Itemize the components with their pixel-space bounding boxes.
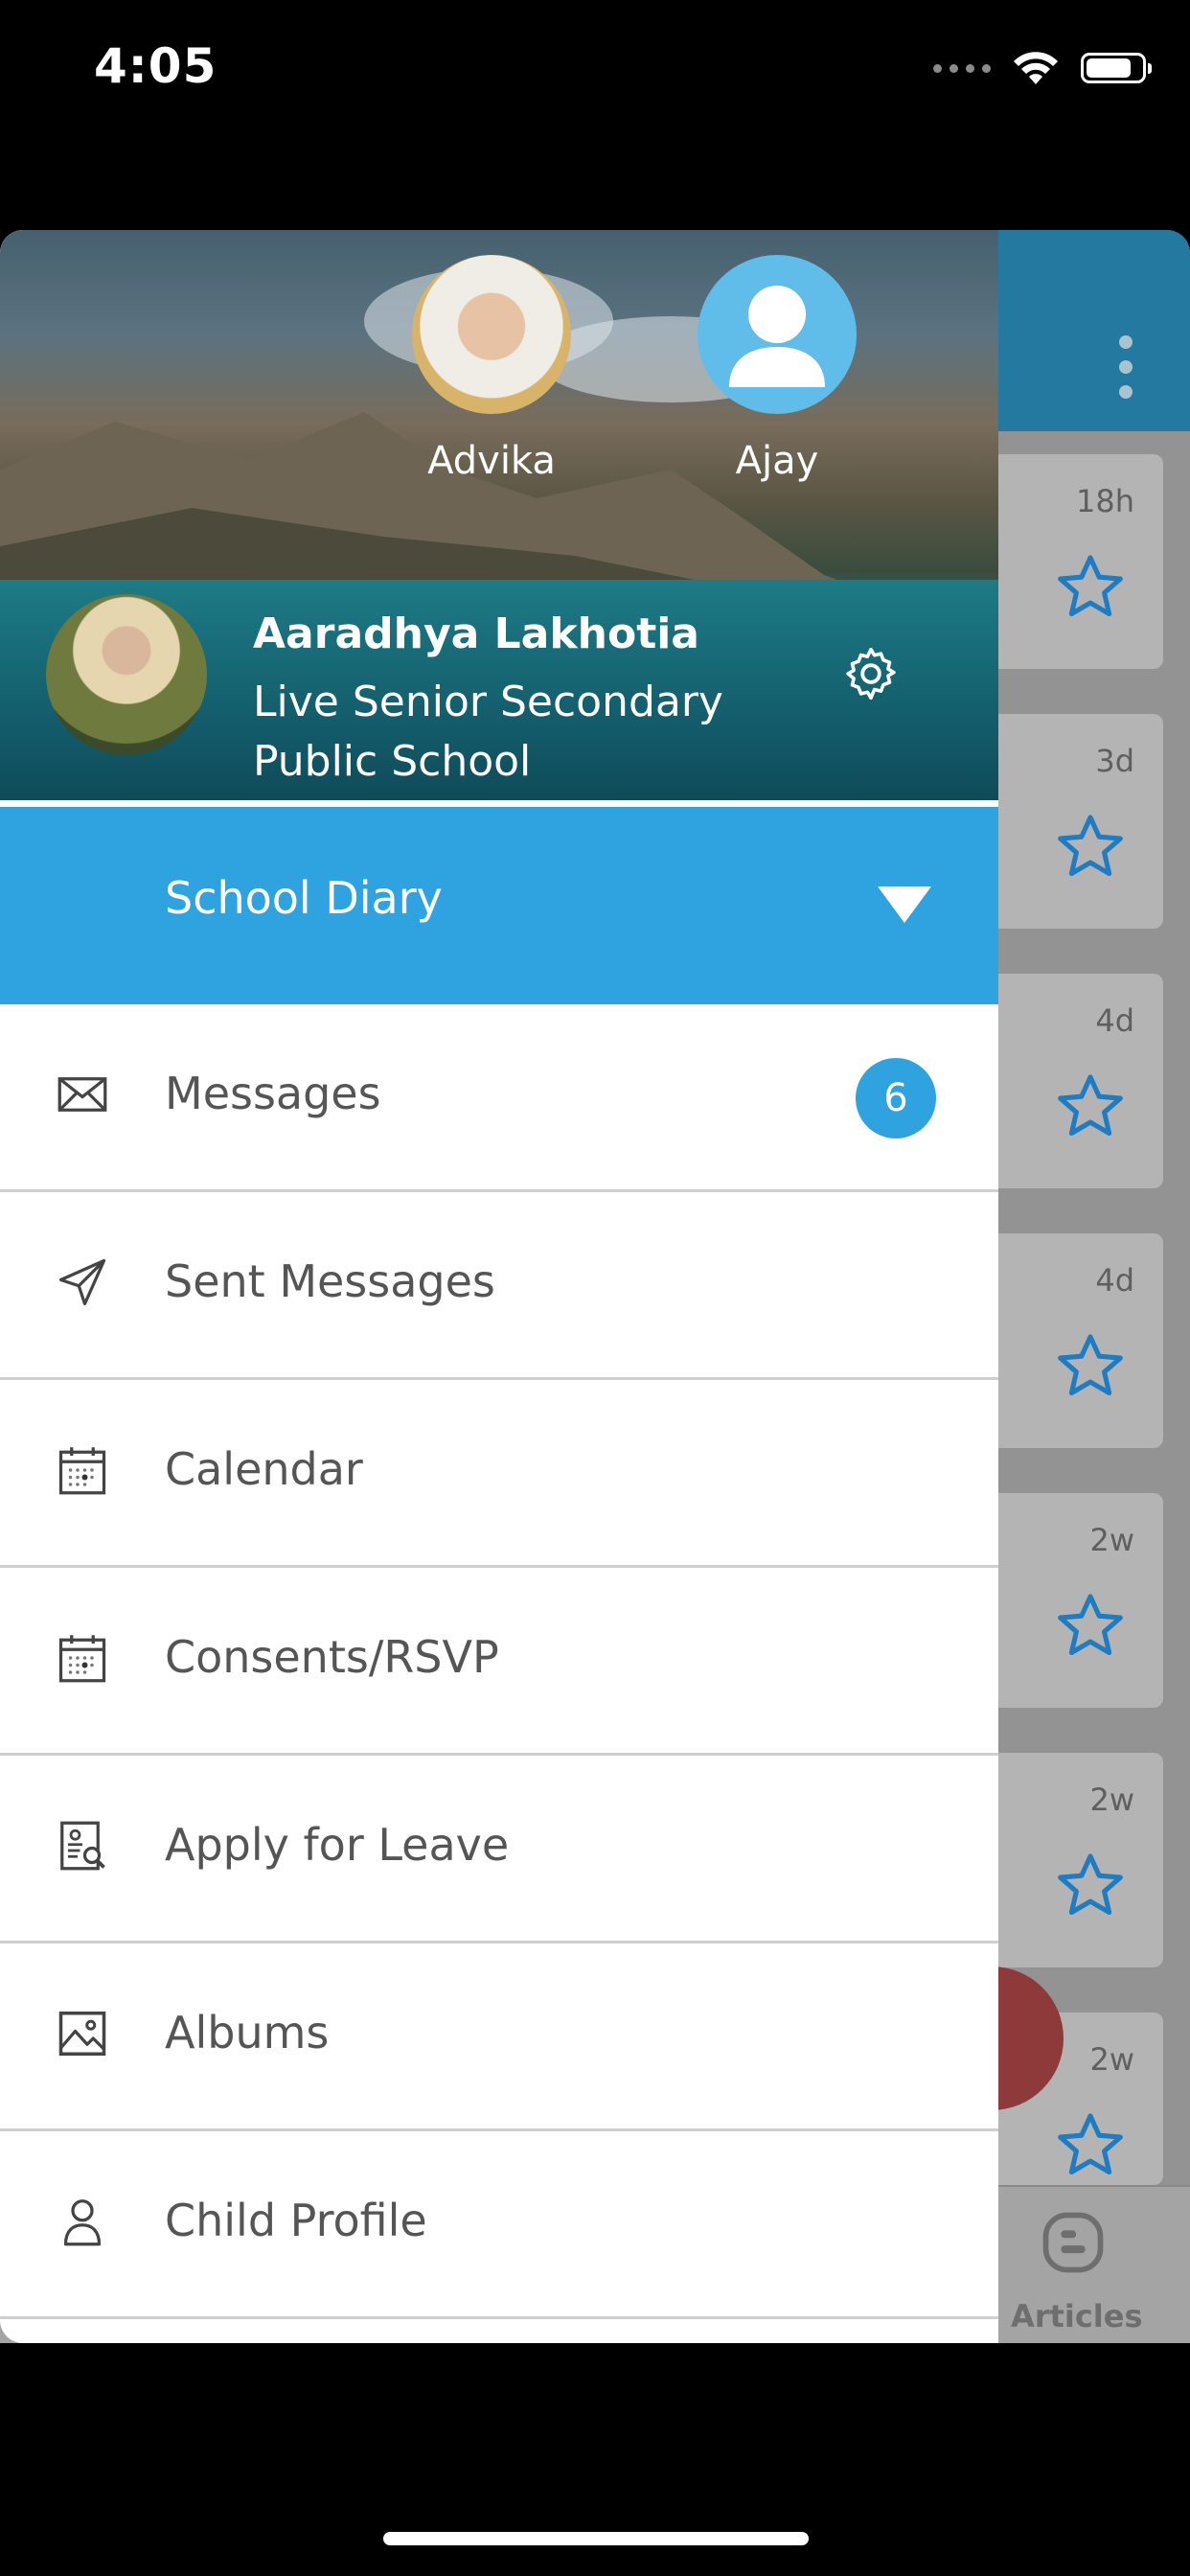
menu-item-messages[interactable]: Messages 6 xyxy=(0,1004,998,1192)
default-user-icon xyxy=(729,286,825,387)
status-time: 4:05 xyxy=(94,38,217,94)
card-timestamp: 4d xyxy=(1095,1262,1134,1299)
account-avatar-ajay[interactable] xyxy=(698,255,857,414)
star-icon[interactable] xyxy=(1054,550,1127,623)
menu-item-label: Messages xyxy=(165,1068,381,1119)
leave-document-icon xyxy=(60,1821,105,1871)
menu-item-label: Albums xyxy=(165,2007,330,2058)
tab-articles-label[interactable]: Articles xyxy=(1011,2298,1143,2334)
profile-avatar[interactable] xyxy=(46,594,207,755)
menu-item-sent-messages[interactable]: Sent Messages xyxy=(0,1192,998,1380)
menu-item-label: Calendar xyxy=(165,1443,363,1495)
star-icon[interactable] xyxy=(1054,1589,1127,1662)
menu-item-label: Child Profile xyxy=(165,2195,427,2246)
calendar-icon xyxy=(58,1447,106,1495)
envelope-icon xyxy=(57,1077,107,1112)
navigation-drawer: Advika Ajay Aaradhya Lakhotia Live Senio… xyxy=(0,230,998,2343)
card-timestamp: 3d xyxy=(1095,743,1134,779)
person-icon xyxy=(63,2199,102,2246)
menu-item-label: Apply for Leave xyxy=(165,1819,510,1871)
section-school-diary[interactable] xyxy=(0,807,998,1004)
card-timestamp: 2w xyxy=(1089,2041,1134,2078)
section-label: School Diary xyxy=(165,872,443,924)
profile-name: Aaradhya Lakhotia xyxy=(253,610,699,658)
wifi-icon xyxy=(1014,52,1058,84)
battery-icon xyxy=(1081,53,1152,83)
school-line-2: Public School xyxy=(253,737,532,786)
menu-item-child-profile[interactable]: Child Profile xyxy=(0,2131,998,2319)
star-icon[interactable] xyxy=(1054,810,1127,883)
unread-count-badge: 6 xyxy=(856,1058,936,1138)
card-timestamp: 2w xyxy=(1089,1782,1134,1818)
menu-item-apply-for-leave[interactable]: Apply for Leave xyxy=(0,1756,998,1944)
drawer-header: Advika Ajay Aaradhya Lakhotia Live Senio… xyxy=(0,230,998,800)
more-options-icon[interactable] xyxy=(1119,335,1133,399)
menu-item-albums[interactable]: Albums xyxy=(0,1944,998,2131)
star-icon[interactable] xyxy=(1054,1329,1127,1402)
card-timestamp: 2w xyxy=(1089,1522,1134,1558)
calendar-icon xyxy=(58,1635,106,1683)
star-icon[interactable] xyxy=(1054,1849,1127,1921)
cellular-signal-icon xyxy=(933,63,991,73)
account-avatar-advika[interactable] xyxy=(412,255,571,414)
account-name[interactable]: Advika xyxy=(396,439,587,483)
menu-item-label: Sent Messages xyxy=(165,1255,495,1307)
gear-icon[interactable] xyxy=(839,642,903,705)
chevron-down-icon[interactable] xyxy=(878,886,931,923)
card-timestamp: 18h xyxy=(1076,483,1134,519)
star-icon[interactable] xyxy=(1054,1070,1127,1142)
card-timestamp: 4d xyxy=(1095,1002,1134,1039)
menu-item-calendar[interactable]: Calendar xyxy=(0,1380,998,1568)
home-indicator[interactable] xyxy=(383,2532,809,2545)
menu-item-consents-rsvp[interactable]: Consents/RSVP xyxy=(0,1568,998,1756)
star-icon[interactable] xyxy=(1054,2108,1127,2181)
paper-plane-icon xyxy=(58,1258,106,1306)
menu-item-label: Consents/RSVP xyxy=(165,1631,499,1683)
image-icon xyxy=(58,2012,106,2056)
articles-icon[interactable] xyxy=(1037,2206,1110,2279)
school-line-1: Live Senior Secondary xyxy=(253,678,723,726)
status-indicators xyxy=(933,50,1152,86)
profile-school: Live Senior Secondary Public School xyxy=(253,673,790,792)
account-name[interactable]: Ajay xyxy=(681,439,873,483)
